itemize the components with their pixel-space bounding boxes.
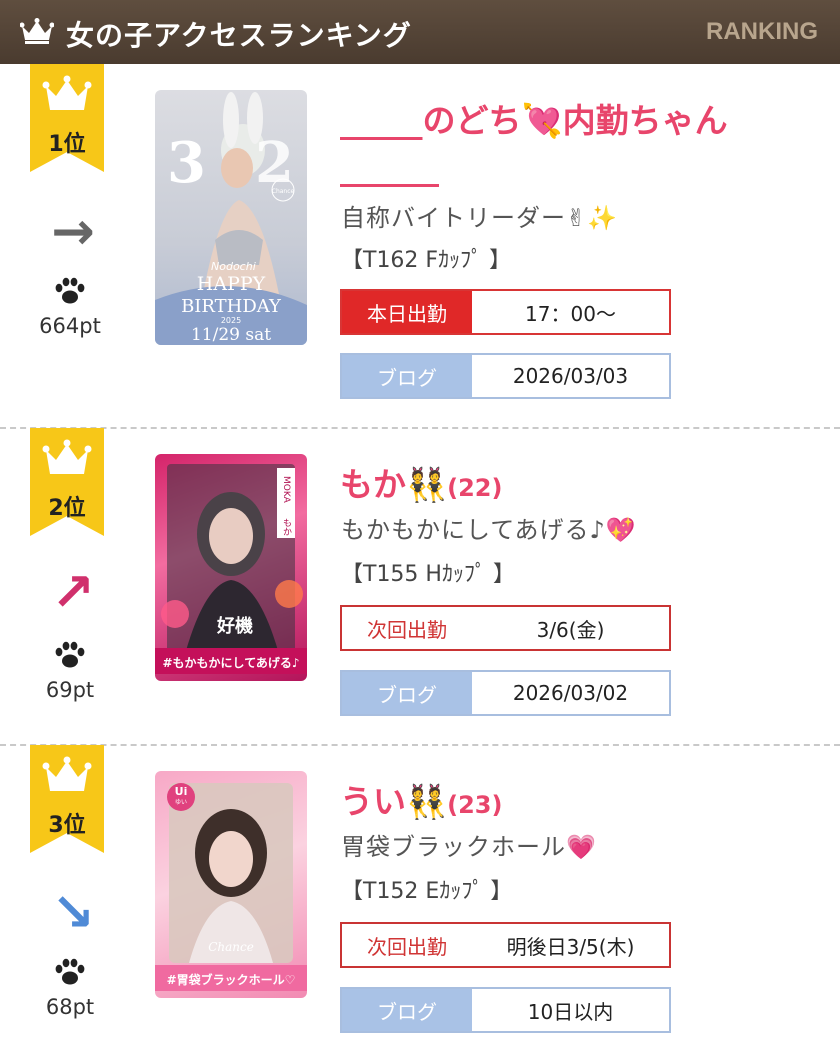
cast-age: (22) [447, 474, 503, 502]
svg-text:Chance: Chance [272, 188, 295, 195]
blog-link[interactable]: ブログ 2026/03/03 [340, 353, 671, 399]
rank-label: 2位 [48, 496, 86, 521]
catch-copy: 自称バイトリーダー✌✨ [341, 204, 618, 232]
svg-text:HAPPY: HAPPY [197, 273, 266, 295]
cast-spec: 【T152 Eｶｯﾌﾟ 】 [341, 879, 513, 904]
ranking-entry-3[interactable]: 3位 ↘ 68pt Ui ゆい Chance #胃袋ブラックホール♡ うい👯(2… [0, 745, 840, 1053]
rank-badge: 3位 [30, 745, 104, 853]
work-schedule[interactable]: 本日出勤 17：00〜 [340, 289, 671, 335]
work-label: 次回出勤 [342, 607, 472, 649]
blog-label: ブログ [342, 672, 472, 714]
rank-label: 3位 [48, 813, 86, 838]
work-label: 次回出勤 [342, 924, 472, 966]
blog-link[interactable]: ブログ 10日以内 [340, 987, 671, 1033]
svg-text:#胃袋ブラックホール♡: #胃袋ブラックホール♡ [167, 972, 296, 987]
blog-date: 2026/03/02 [512, 681, 629, 705]
cast-name[interactable]: うい👯(23) [340, 775, 502, 823]
svg-text:#もかもかにしてあげる♪: #もかもかにしてあげる♪ [163, 655, 300, 670]
ranking-entry-2[interactable]: 2位 ↗ 69pt MOKA もか 好機 #もかもかにしてあげる♪ もか👯(22… [0, 428, 840, 746]
crown-icon [20, 18, 54, 44]
page-subtitle: RANKING [706, 18, 818, 45]
svg-text:好機: 好機 [216, 615, 253, 637]
paw-icon [55, 277, 85, 304]
photo-signature: Nodochi [211, 260, 256, 273]
svg-text:Chance: Chance [208, 940, 254, 954]
points: 68pt [45, 995, 95, 1019]
work-schedule[interactable]: 次回出勤 3/6(金) [340, 605, 671, 651]
ranking-entry-1[interactable]: 1位 → 664pt 3 2 Nodochi HAPPY BIRTHDAY 20… [0, 64, 840, 399]
work-schedule[interactable]: 次回出勤 明後日3/5(木) [340, 922, 671, 968]
blog-date: 2026/03/03 [512, 364, 629, 388]
points: 664pt [39, 314, 101, 338]
rank-badge: 1位 [30, 64, 104, 172]
svg-text:11/29 sat: 11/29 sat [191, 325, 271, 345]
profile-photo[interactable]: Ui ゆい Chance #胃袋ブラックホール♡ [155, 771, 307, 998]
trend-right-arrow-icon: → [51, 202, 95, 262]
cast-spec: 【T162 Fｶｯﾌﾟ 】 [341, 248, 512, 273]
cast-name-text[interactable]: うい👯 [340, 782, 447, 821]
svg-text:BIRTHDAY: BIRTHDAY [181, 296, 282, 317]
cast-name-line2: ______ [340, 148, 439, 187]
trend-down-arrow-icon: ↘ [51, 883, 95, 943]
blog-label: ブログ [342, 355, 472, 397]
paw-icon [55, 958, 85, 985]
profile-photo[interactable]: 3 2 Nodochi HAPPY BIRTHDAY 2025 11/29 sa… [155, 90, 307, 345]
ranking-header: 女の子アクセスランキング RANKING [0, 0, 840, 64]
blog-date: 10日以内 [527, 999, 614, 1024]
page-title: 女の子アクセスランキング [66, 19, 412, 52]
svg-text:もか: もか [281, 518, 292, 536]
trend-up-arrow-icon: ↗ [51, 563, 95, 623]
profile-photo[interactable]: MOKA もか 好機 #もかもかにしてあげる♪ [155, 454, 307, 681]
cast-name[interactable]: _____のどち💘内勤ちゃん [340, 94, 728, 142]
svg-text:Ui: Ui [175, 785, 188, 798]
rank-label: 1位 [48, 132, 86, 157]
blog-label: ブログ [342, 989, 472, 1031]
cast-age: (23) [447, 791, 503, 819]
paw-icon [55, 641, 85, 668]
rank-badge: 2位 [30, 428, 104, 536]
catch-copy: 胃袋ブラックホール💗 [341, 833, 597, 861]
cast-name-text[interactable]: もか👯 [340, 465, 447, 504]
cast-name[interactable]: もか👯(22) [340, 458, 502, 506]
svg-text:3: 3 [167, 130, 206, 196]
work-time: 3/6(金) [536, 617, 605, 642]
blog-link[interactable]: ブログ 2026/03/02 [340, 670, 671, 716]
svg-text:2025: 2025 [221, 316, 241, 325]
work-label: 本日出勤 [342, 291, 472, 333]
work-time: 明後日3/5(木) [506, 934, 635, 959]
work-time: 17：00〜 [525, 301, 616, 326]
points: 69pt [45, 678, 95, 702]
svg-text:ゆい: ゆい [175, 799, 187, 806]
catch-copy: もかもかにしてあげる♪💖 [341, 516, 637, 544]
svg-text:2: 2 [255, 130, 294, 196]
cast-spec: 【T155 Hｶｯﾌﾟ 】 [341, 562, 515, 587]
photo-name-vertical: MOKA [281, 476, 291, 504]
